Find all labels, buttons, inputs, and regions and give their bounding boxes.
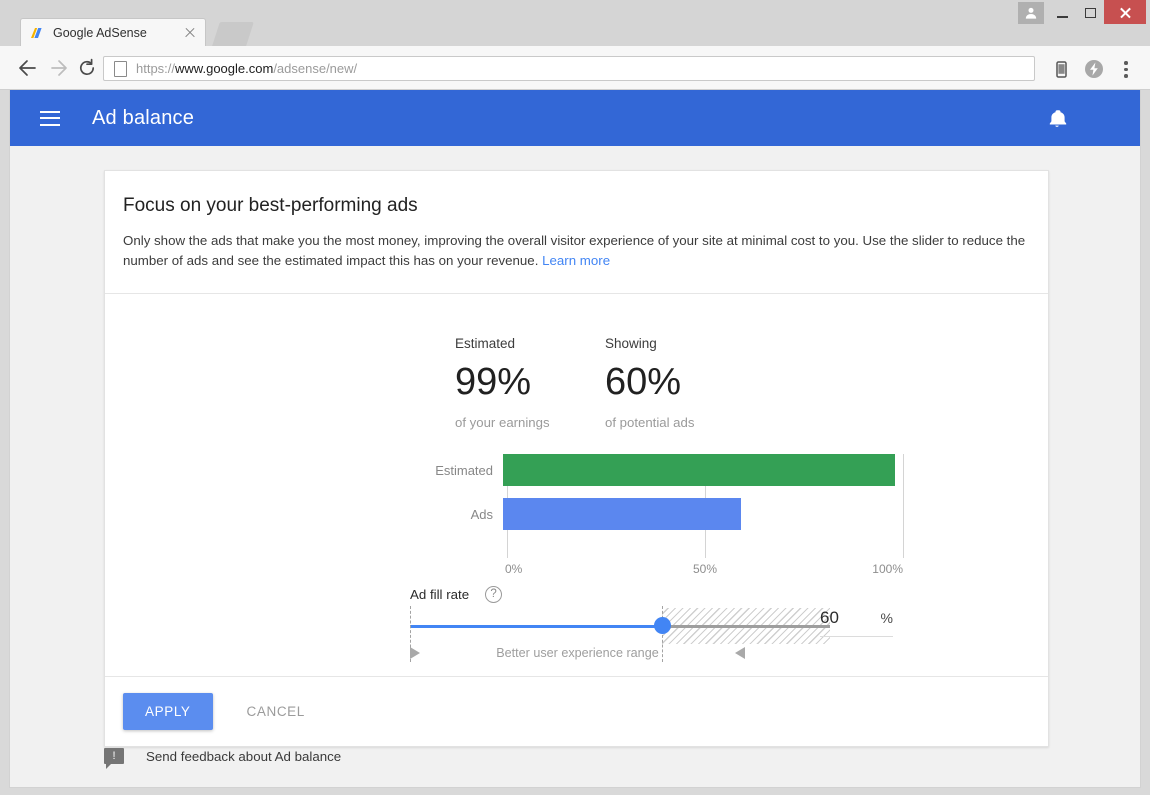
chart-row-estimated: Estimated	[345, 454, 896, 487]
chart-row-label: Ads	[470, 506, 493, 522]
document-icon	[114, 60, 127, 77]
tab-strip: Google AdSense	[0, 0, 1150, 46]
chart-gridline	[903, 454, 904, 559]
apply-button[interactable]: APPLY	[123, 693, 213, 731]
card-title: Focus on your best-performing ads	[123, 195, 418, 216]
card-actions: APPLY CANCEL	[105, 676, 1048, 746]
chart-tick-label: 100%	[872, 562, 903, 577]
forward-arrow-icon	[48, 57, 70, 79]
slider-thumb[interactable]	[653, 616, 671, 634]
better-range-text: Better user experience range	[496, 646, 659, 661]
back-arrow-icon[interactable]	[16, 57, 38, 79]
chart-bar-ads	[503, 498, 741, 531]
triangle-right-icon	[410, 647, 420, 660]
url-host: www.google.com	[175, 61, 274, 76]
chart-row-ads: Ads	[345, 498, 741, 531]
tab-title: Google AdSense	[53, 25, 147, 40]
minimize-icon	[1056, 15, 1068, 18]
window-close-icon	[1119, 6, 1132, 19]
stat-sublabel: of potential ads	[605, 415, 695, 431]
feedback-label: Send feedback about Ad balance	[146, 748, 342, 764]
triangle-left-icon	[734, 647, 745, 660]
card-header: Focus on your best-performing ads Only s…	[105, 171, 1048, 295]
url-prefix: https://	[136, 61, 176, 76]
ad-fill-rate-field[interactable]: 60 %	[820, 608, 893, 638]
browser-window: Google AdSense https://www.google.com/ad…	[0, 0, 1150, 795]
url-text: https://www.google.com/adsense/new/	[136, 61, 357, 76]
slider-track[interactable]	[410, 606, 830, 663]
chart-tick-label: 50%	[692, 562, 718, 577]
chart-bar-estimated	[503, 454, 896, 487]
better-range-note: Better user experience range	[410, 646, 745, 660]
chart-row-label: Estimated	[435, 462, 493, 478]
browser-tab-google-adsense[interactable]: Google AdSense	[20, 18, 206, 46]
page-viewport: Ad balance Focus on your best-performing…	[9, 90, 1141, 788]
card-description: Only show the ads that make you the most…	[123, 231, 1028, 271]
percent-unit-label: %	[880, 610, 893, 627]
flash-lightning-icon[interactable]	[1082, 57, 1106, 81]
adsense-logo-icon	[29, 25, 45, 41]
hamburger-menu-icon[interactable]	[40, 110, 60, 126]
stat-value: 99%	[455, 361, 532, 404]
window-close-button[interactable]	[1104, 0, 1146, 24]
chart-tick-label: 0%	[505, 562, 523, 577]
send-feedback[interactable]: ! Send feedback about Ad balance	[104, 748, 342, 769]
slider-track-filled	[410, 625, 662, 628]
stat-estimated: Estimated 99% of your earnings	[455, 336, 605, 430]
new-tab-stub[interactable]	[212, 22, 254, 46]
bell-icon[interactable]	[1047, 108, 1067, 130]
app-header: Ad balance	[10, 90, 1140, 146]
address-bar[interactable]: https://www.google.com/adsense/new/	[103, 56, 1035, 81]
profile-icon[interactable]	[1018, 2, 1044, 24]
learn-more-link[interactable]: Learn more	[542, 253, 610, 268]
stat-label: Showing	[605, 336, 657, 352]
mobile-device-icon[interactable]	[1049, 57, 1073, 81]
url-path: /adsense/new/	[273, 61, 358, 76]
maximize-button[interactable]	[1076, 2, 1104, 24]
stat-value: 60%	[605, 361, 682, 404]
slider-header: Ad fill rate ?	[410, 586, 503, 604]
slider-track-remaining	[662, 625, 830, 628]
page-title: Ad balance	[92, 106, 195, 129]
impact-bar-chart: 0% 50% 100% Estimated Ads	[105, 454, 1050, 579]
tab-close-icon[interactable]	[183, 26, 197, 40]
minimize-button[interactable]	[1048, 2, 1076, 24]
help-circle-icon[interactable]: ?	[485, 586, 503, 604]
ad-fill-rate-value[interactable]: 60	[820, 608, 839, 628]
maximize-icon	[1084, 8, 1096, 18]
slider-label: Ad fill rate	[410, 587, 470, 603]
ad-fill-rate-control: Ad fill rate ? Better user experience ra…	[105, 586, 1050, 676]
three-dot-menu-icon[interactable]	[1114, 57, 1138, 81]
card-body: Estimated 99% of your earnings Showing 6…	[105, 294, 1048, 676]
feedback-bubble-icon: !	[104, 748, 124, 769]
browser-toolbar: https://www.google.com/adsense/new/	[0, 46, 1150, 90]
stats-group: Estimated 99% of your earnings Showing 6…	[455, 336, 755, 430]
reload-icon[interactable]	[76, 57, 98, 79]
ad-balance-card: Focus on your best-performing ads Only s…	[104, 170, 1049, 748]
cancel-button[interactable]: CANCEL	[235, 693, 317, 730]
stat-showing: Showing 60% of potential ads	[605, 336, 755, 430]
stat-sublabel: of your earnings	[455, 415, 550, 431]
stat-label: Estimated	[455, 336, 516, 352]
